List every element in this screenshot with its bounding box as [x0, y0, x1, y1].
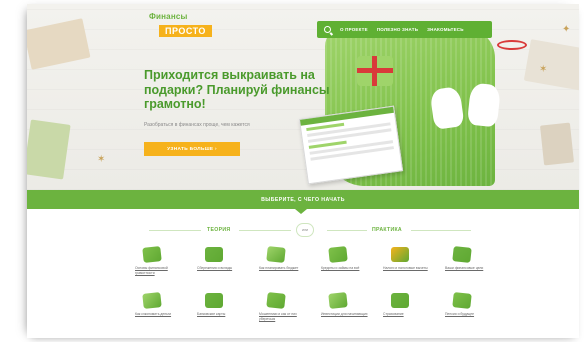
hero-subtitle: Разобраться в финансах проще, чем кажетс… [144, 122, 250, 128]
paper-plane-icon [266, 246, 286, 263]
decor-paper [523, 39, 579, 91]
scissors-icon [497, 40, 527, 50]
topic-tile[interactable]: Как планировать бюджет [259, 246, 309, 271]
topic-caption: Мошенники и как от них уберечься [259, 312, 297, 321]
topic-tile[interactable]: Как сэкономить деньги [135, 292, 185, 317]
hero-headline: Приходится выкраивать на подарки? Планир… [144, 68, 330, 111]
house-icon [142, 292, 162, 309]
topic-caption: Инвестиции для начинающих [321, 312, 368, 316]
topic-caption: Как сэкономить деньги [135, 312, 172, 316]
section-practice-title[interactable]: ПРАКТИКА [372, 227, 402, 233]
topic-caption: Налоги и налоговые вычеты [383, 266, 428, 270]
decor-paper [27, 119, 71, 180]
hand-money-icon [452, 246, 472, 263]
nav-useful[interactable]: ПОЛЕЗНО ЗНАТЬ [377, 27, 418, 32]
site-logo[interactable]: Финансы ПРОСТО [149, 12, 212, 39]
learn-more-button[interactable]: УЗНАТЬ БОЛЬШЕ › [144, 142, 240, 156]
topic-tile[interactable]: Страхование [383, 293, 433, 317]
topic-tile[interactable]: Мошенники и как от них уберечься [259, 292, 309, 321]
topic-caption: Пенсия и будущее [445, 312, 475, 316]
divider [327, 230, 367, 231]
topic-caption: Кредиты и займы на всё [321, 266, 360, 270]
logo-line2: ПРОСТО [159, 25, 212, 37]
divider [239, 230, 291, 231]
top-nav: О ПРОЕКТЕ ПОЛЕЗНО ЗНАТЬ ЗНАКОМЬТЕСЬ [317, 21, 492, 38]
divider [411, 230, 471, 231]
piggy-bank-icon [205, 247, 223, 262]
topic-caption: Основы финансовой грамотности [135, 266, 168, 275]
nav-meet[interactable]: ЗНАКОМЬТЕСЬ [427, 27, 464, 32]
divider [149, 230, 201, 231]
topic-tile[interactable]: Банковские карты [197, 293, 247, 317]
topic-caption: Страхование [383, 312, 404, 316]
mitten-cutout [466, 82, 502, 128]
star-icon: ✦ [562, 24, 571, 35]
gift-icon [357, 56, 393, 86]
topic-tile[interactable]: Сбережения и вклады [197, 247, 247, 271]
topic-tile[interactable]: Пенсия и будущее [445, 292, 495, 317]
cards-icon [205, 293, 223, 308]
topic-tile[interactable]: Кредиты и займы на всё [321, 246, 371, 271]
decor-paper [27, 18, 91, 70]
topic-caption: Сбережения и вклады [197, 266, 233, 270]
pencil-icon [391, 247, 409, 262]
logo-line1: Финансы [149, 12, 188, 21]
decor-paper [539, 122, 575, 166]
topic-tile[interactable]: Налоги и налоговые вычеты [383, 247, 433, 271]
topic-caption: Банковские карты [197, 312, 226, 316]
hero-section: ✶ ✶ ✦ Финансы ПРОСТО О ПРОЕКТЕ ПОЛЕЗНО З… [27, 4, 579, 190]
browser-page: ✶ ✶ ✦ Финансы ПРОСТО О ПРОЕКТЕ ПОЛЕЗНО З… [27, 4, 579, 338]
nav-about[interactable]: О ПРОЕКТЕ [340, 27, 368, 32]
money-stack-icon [142, 246, 162, 263]
topic-tile[interactable]: Основы финансовой грамотности [135, 246, 185, 275]
topics-section: ТЕОРИЯ или ПРАКТИКА Основы финансовой гр… [27, 209, 579, 338]
topic-tile[interactable]: Ваши финансовые цели [445, 246, 495, 271]
star-icon: ✶ [539, 64, 548, 75]
choose-band: ВЫБЕРИТЕ, С ЧЕГО НАЧАТЬ [27, 190, 579, 214]
search-icon[interactable] [324, 26, 331, 33]
site-preview-image [298, 105, 404, 185]
star-icon: ✶ [97, 154, 106, 165]
section-theory-title[interactable]: ТЕОРИЯ [207, 227, 230, 233]
coins-icon [452, 292, 472, 309]
calculator-icon [328, 246, 348, 263]
topic-tile[interactable]: Инвестиции для начинающих [321, 292, 371, 317]
umbrella-icon [391, 293, 409, 308]
topic-caption: Ваши финансовые цели [445, 266, 484, 270]
topic-caption: Как планировать бюджет [259, 266, 299, 270]
or-badge: или [296, 223, 314, 237]
band-label: ВЫБЕРИТЕ, С ЧЕГО НАЧАТЬ [261, 196, 345, 203]
laptop-icon [328, 292, 348, 309]
lifebuoy-icon [266, 292, 286, 309]
